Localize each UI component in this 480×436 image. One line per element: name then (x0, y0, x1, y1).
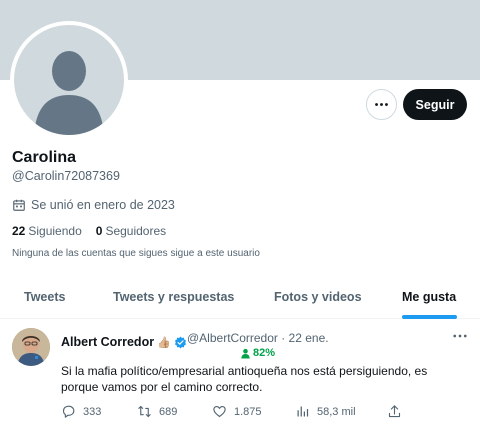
calendar-icon (13, 199, 25, 211)
percent-value: 82% (253, 347, 276, 359)
tweet-more-icon[interactable] (451, 329, 469, 343)
followers-count: 0 (95, 224, 103, 238)
tweet-author-emoji: 👍🏼 (157, 336, 171, 349)
person-icon (241, 348, 250, 359)
percent-badge: 82% (240, 347, 275, 359)
retweet-count: 689 (159, 405, 178, 418)
default-avatar-icon (14, 25, 124, 135)
following-link[interactable]: 22 Siguiendo (12, 224, 82, 238)
active-tab-indicator (402, 315, 457, 319)
following-label: Siguiendo (28, 224, 82, 238)
retweet-button[interactable]: 689 (137, 404, 177, 419)
heart-icon (213, 405, 226, 418)
verified-badge-icon (174, 336, 186, 348)
follow-stats: 22 Siguiendo 0 Seguidores (12, 224, 166, 238)
tweet-author[interactable]: Albert Corredor 👍🏼 (61, 335, 187, 349)
views-chart-icon (297, 406, 309, 417)
tweet[interactable]: Albert Corredor 👍🏼 @AlbertCorredor · 22 … (0, 320, 480, 436)
tab-tweets[interactable]: Tweets (24, 275, 65, 319)
followers-label: Seguidores (105, 224, 167, 238)
joined-text: Se unió en enero de 2023 (31, 198, 175, 212)
views-button[interactable]: 58,3 mil (295, 404, 356, 419)
followed-by-text: Ninguna de las cuentas que sigues sigue … (12, 248, 260, 259)
tweet-actions: 333 689 1.875 58,3 mil (61, 404, 421, 422)
like-count: 1.875 (234, 405, 262, 418)
tweet-handle-time: @AlbertCorredor · 22 ene. (187, 331, 329, 345)
like-button[interactable]: 1.875 (212, 404, 262, 419)
profile-tabs: Tweets Tweets y respuestas Fotos y video… (0, 275, 480, 319)
share-icon (388, 405, 401, 418)
followers-link[interactable]: 0 Seguidores (96, 224, 166, 238)
reply-count: 333 (83, 405, 102, 418)
more-options-button[interactable] (366, 89, 397, 120)
profile-name: Carolina (12, 149, 77, 166)
share-button[interactable] (387, 404, 402, 419)
reply-button[interactable]: 333 (61, 404, 101, 419)
tab-tweets-replies[interactable]: Tweets y respuestas (113, 275, 234, 319)
profile-handle: @Carolin72087369 (12, 169, 120, 183)
retweet-icon (138, 405, 151, 418)
tweet-author-avatar[interactable] (12, 328, 50, 366)
profile-avatar[interactable] (10, 21, 128, 139)
follow-button[interactable]: Seguir (403, 89, 467, 120)
tab-likes[interactable]: Me gusta (402, 275, 456, 319)
joined-date: Se unió en enero de 2023 (12, 198, 175, 212)
reply-icon (62, 405, 75, 418)
more-horizontal-icon (375, 103, 388, 106)
tweet-text: Si la mafia político/empresarial antioqu… (61, 364, 428, 394)
views-count: 58,3 mil (317, 405, 356, 418)
tab-media[interactable]: Fotos y videos (274, 275, 362, 319)
following-count: 22 (12, 224, 26, 238)
tweet-author-name: Albert Corredor (61, 335, 155, 349)
